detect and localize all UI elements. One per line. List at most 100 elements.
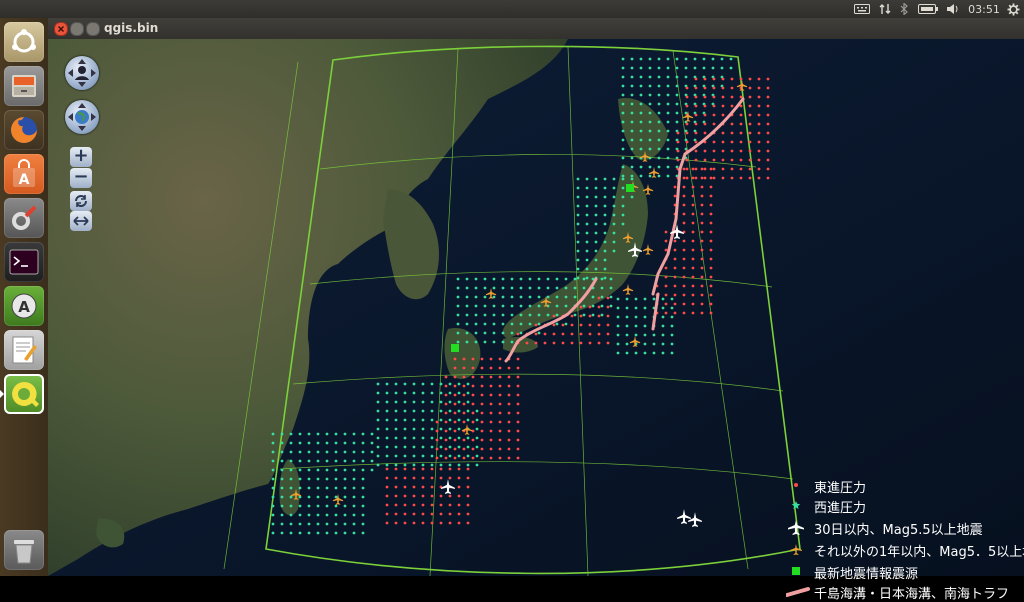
east-pressure-point: [579, 332, 583, 336]
west-pressure-point: [634, 315, 638, 319]
map-svg[interactable]: [48, 39, 1024, 577]
map-canvas[interactable]: + − 東進圧力 西進圧力 30日以内、Mag5.5以上地震 それ以外の1年以内…: [48, 39, 1024, 602]
west-pressure-point: [657, 147, 661, 151]
west-pressure-point: [343, 450, 347, 454]
west-pressure-point: [621, 102, 625, 106]
west-pressure-point: [465, 313, 469, 317]
east-pressure-point: [694, 167, 698, 171]
west-pressure-point: [594, 177, 598, 181]
west-pressure-point: [439, 436, 443, 440]
launcher-item-ubuntu-dash[interactable]: [4, 22, 44, 62]
west-pressure-point: [582, 313, 586, 317]
west-pressure-point: [448, 418, 452, 422]
east-pressure-point: [453, 375, 457, 379]
west-pressure-point: [501, 322, 505, 326]
bluetooth-icon[interactable]: [897, 0, 911, 18]
keyboard-icon[interactable]: [852, 0, 872, 18]
east-pressure-point: [682, 239, 686, 243]
west-pressure-point: [603, 276, 607, 280]
west-pressure-point: [675, 102, 679, 106]
launcher-item-terminal[interactable]: [4, 242, 44, 282]
fit-extent-button[interactable]: [70, 211, 92, 231]
launcher-item-system-settings[interactable]: [4, 198, 44, 238]
west-pressure-point: [729, 57, 733, 61]
west-pressure-point: [643, 342, 647, 346]
east-pressure-point: [730, 176, 734, 180]
west-pressure-point: [289, 504, 293, 508]
west-pressure-point: [661, 333, 665, 337]
launcher-item-trash[interactable]: [4, 530, 44, 570]
volume-icon[interactable]: [944, 0, 962, 18]
launcher-item-qgis[interactable]: [4, 374, 44, 414]
pan-control[interactable]: [65, 56, 99, 90]
west-pressure-point: [643, 333, 647, 337]
east-pressure-point: [766, 95, 770, 99]
east-pressure-point: [570, 341, 574, 345]
west-pressure-point: [648, 84, 652, 88]
east-pressure-point: [700, 257, 704, 261]
east-pressure-point: [462, 447, 466, 451]
east-pressure-point: [721, 140, 725, 144]
west-pressure-point: [648, 165, 652, 169]
west-pressure-point: [648, 120, 652, 124]
west-pressure-point: [394, 382, 398, 386]
west-pressure-point: [510, 331, 514, 335]
west-pressure-point: [466, 409, 470, 413]
west-pressure-point: [564, 277, 568, 281]
west-pressure-point: [421, 463, 425, 467]
west-pressure-point: [334, 486, 338, 490]
east-pressure-point: [730, 122, 734, 126]
west-pressure-point: [334, 504, 338, 508]
west-pressure-point: [403, 445, 407, 449]
east-pressure-point: [757, 113, 761, 117]
west-pressure-point: [430, 400, 434, 404]
west-pressure-point: [316, 450, 320, 454]
launcher-item-software-updater[interactable]: A: [4, 286, 44, 326]
settings-gear-icon[interactable]: [1004, 0, 1022, 18]
west-pressure-point: [519, 295, 523, 299]
west-pressure-point: [621, 156, 625, 160]
west-pressure-point: [666, 147, 670, 151]
rotate-control[interactable]: [65, 100, 99, 134]
east-pressure-point: [709, 311, 713, 315]
east-pressure-point: [748, 95, 752, 99]
maximize-icon[interactable]: [86, 22, 100, 36]
east-pressure-point: [682, 311, 686, 315]
west-pressure-point: [612, 204, 616, 208]
west-pressure-point: [298, 522, 302, 526]
west-pressure-point: [456, 340, 460, 344]
west-pressure-point: [576, 186, 580, 190]
east-pressure-point: [498, 420, 502, 424]
west-pressure-point: [289, 477, 293, 481]
east-pressure-point: [597, 332, 601, 336]
west-pressure-point: [456, 286, 460, 290]
east-pressure-point: [664, 293, 668, 297]
west-pressure-point: [621, 111, 625, 115]
east-pressure-point: [430, 512, 434, 516]
battery-icon[interactable]: [916, 0, 940, 18]
clock[interactable]: 03:51: [966, 0, 1002, 18]
window-titlebar[interactable]: qgis.bin: [48, 18, 1024, 39]
east-pressure-point: [466, 494, 470, 498]
east-pressure-point: [673, 185, 677, 189]
close-icon[interactable]: [54, 22, 68, 36]
west-pressure-point: [394, 463, 398, 467]
west-pressure-point: [639, 165, 643, 169]
zoom-out-button[interactable]: −: [70, 168, 92, 188]
west-pressure-point: [510, 322, 514, 326]
zoom-in-button[interactable]: +: [70, 147, 92, 167]
west-pressure-point: [657, 120, 661, 124]
launcher-item-text-editor[interactable]: [4, 330, 44, 370]
network-arrows-icon[interactable]: [876, 0, 894, 18]
west-pressure-point: [325, 504, 329, 508]
west-pressure-point: [528, 313, 532, 317]
west-pressure-point: [720, 57, 724, 61]
launcher-item-firefox[interactable]: [4, 110, 44, 150]
west-pressure-point: [334, 513, 338, 517]
minimize-icon[interactable]: [70, 22, 84, 36]
refresh-button[interactable]: [70, 191, 92, 211]
west-pressure-point: [652, 333, 656, 337]
east-pressure-point: [709, 176, 713, 180]
launcher-item-software-center[interactable]: A: [4, 154, 44, 194]
launcher-item-files[interactable]: [4, 66, 44, 106]
